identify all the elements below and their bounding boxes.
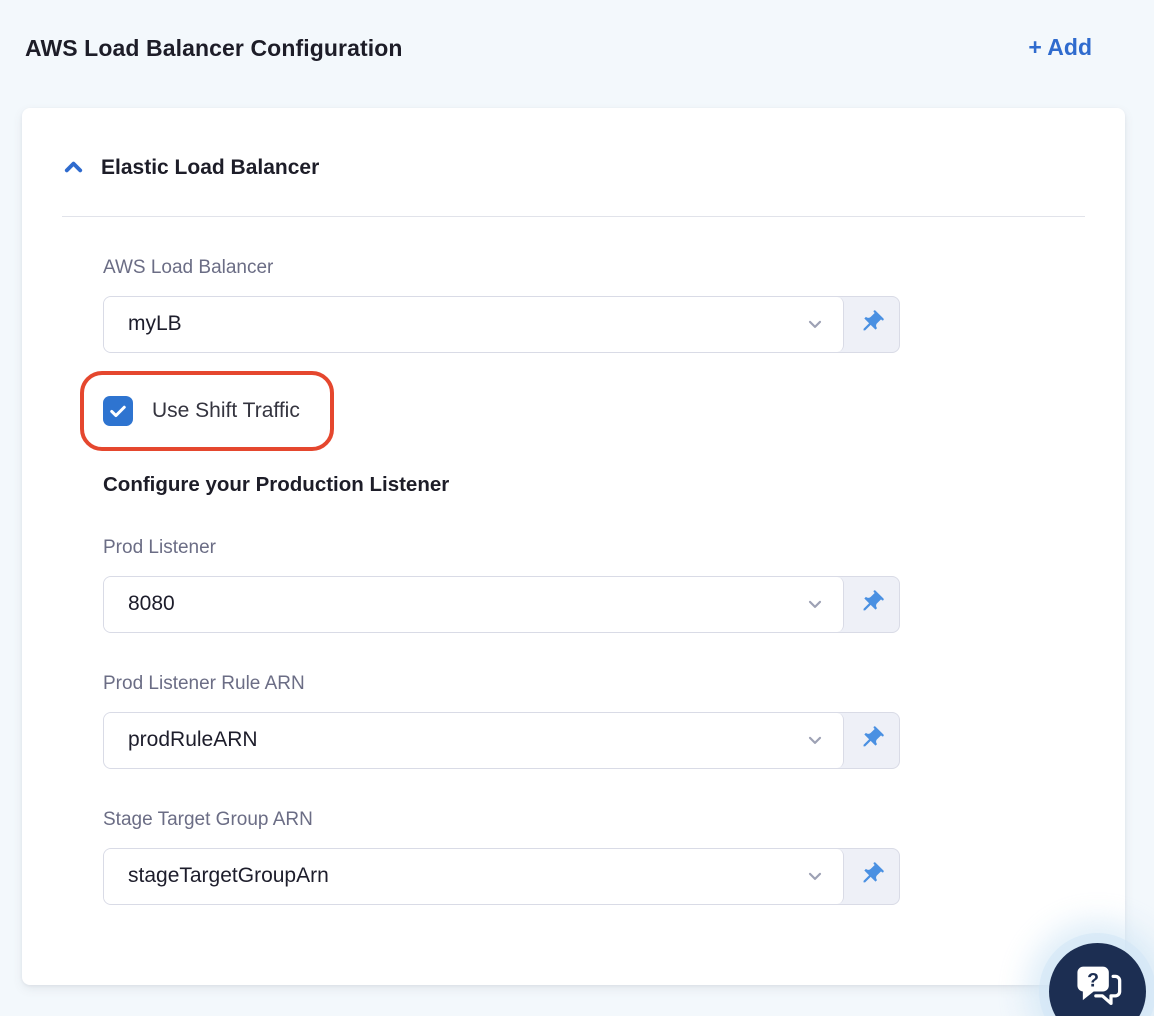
prod-listener-input[interactable]: 8080 — [104, 576, 844, 632]
section-content: AWS Load Balancer myLB Use Shift Traffic… — [80, 257, 900, 905]
chevron-up-icon[interactable] — [62, 156, 85, 179]
chevron-down-icon[interactable] — [805, 594, 825, 614]
use-shift-traffic-checkbox[interactable]: Use Shift Traffic — [103, 395, 300, 426]
pushpin-icon — [858, 589, 885, 619]
checkbox-checked-icon[interactable] — [103, 395, 133, 426]
field-label: AWS Load Balancer — [103, 256, 274, 278]
annotation-highlight-red: Use Shift Traffic — [80, 370, 334, 451]
pushpin-icon — [858, 861, 885, 891]
svg-text:?: ? — [1087, 970, 1099, 992]
pushpin-icon — [858, 309, 885, 339]
selected-value: stageTargetGroupArn — [128, 864, 329, 888]
chevron-down-icon[interactable] — [805, 730, 825, 750]
pin-button[interactable] — [844, 713, 899, 768]
pin-button[interactable] — [844, 577, 899, 632]
prod-listener-select[interactable]: 8080 — [103, 575, 900, 633]
page: AWS Load Balancer Configuration + Add El… — [0, 0, 1154, 1016]
section-header-elastic-load-balancer[interactable]: Elastic Load Balancer — [62, 156, 319, 180]
checkbox-label: Use Shift Traffic — [152, 398, 300, 422]
field-prod-listener-rule-arn: Prod Listener Rule ARN prodRuleARN — [103, 673, 900, 769]
prod-listener-rule-arn-select[interactable]: prodRuleARN — [103, 711, 900, 769]
field-label: Stage Target Group ARN — [103, 808, 313, 830]
production-listener-subheading: Configure your Production Listener — [103, 472, 450, 496]
selected-value: 8080 — [128, 592, 175, 616]
pin-button[interactable] — [844, 849, 899, 904]
field-label: Prod Listener — [103, 536, 217, 558]
selected-value: myLB — [128, 312, 182, 336]
pushpin-icon — [858, 725, 885, 755]
field-label: Prod Listener Rule ARN — [103, 672, 305, 694]
field-stage-target-group-arn: Stage Target Group ARN stageTargetGroupA… — [103, 809, 900, 905]
selected-value: prodRuleARN — [128, 728, 258, 752]
add-button[interactable]: + Add — [1028, 34, 1092, 62]
aws-load-balancer-input[interactable]: myLB — [104, 296, 844, 352]
page-title: AWS Load Balancer Configuration — [25, 34, 403, 61]
config-card: Elastic Load Balancer AWS Load Balancer … — [22, 107, 1125, 985]
stage-target-group-arn-input[interactable]: stageTargetGroupArn — [104, 848, 844, 904]
prod-listener-rule-arn-input[interactable]: prodRuleARN — [104, 712, 844, 768]
stage-target-group-arn-select[interactable]: stageTargetGroupArn — [103, 847, 900, 905]
pin-button[interactable] — [844, 297, 899, 352]
divider — [62, 215, 1085, 217]
field-aws-load-balancer: AWS Load Balancer myLB — [103, 257, 900, 353]
chevron-down-icon[interactable] — [805, 866, 825, 886]
section-title: Elastic Load Balancer — [101, 155, 320, 179]
chevron-down-icon[interactable] — [805, 314, 825, 334]
aws-load-balancer-select[interactable]: myLB — [103, 295, 900, 353]
field-prod-listener: Prod Listener 8080 — [103, 537, 900, 633]
header-bar: AWS Load Balancer Configuration + Add — [0, 0, 1154, 62]
chat-question-icon: ? — [1072, 959, 1124, 1014]
